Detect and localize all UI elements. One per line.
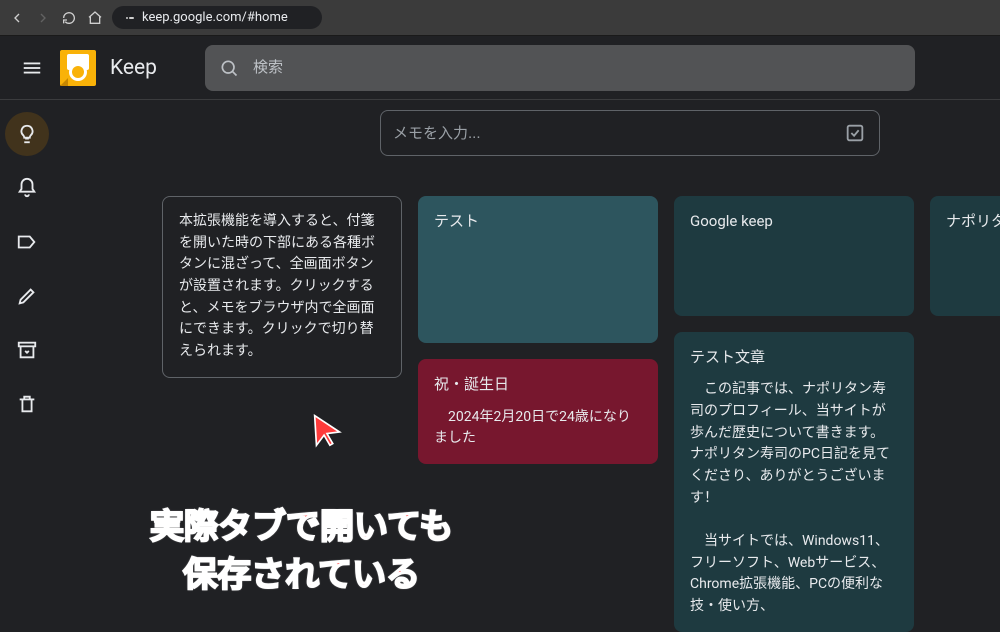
sidebar-edit-labels[interactable]: [5, 274, 49, 318]
sidebar-reminders[interactable]: [5, 166, 49, 210]
label-icon: [16, 231, 38, 253]
menu-icon: [21, 57, 43, 79]
note-title: テスト: [434, 210, 642, 233]
search-icon: [219, 58, 239, 78]
search-input[interactable]: [253, 59, 901, 76]
note-title: テスト文章: [690, 346, 898, 369]
lightbulb-icon: [16, 123, 38, 145]
sidebar-trash[interactable]: [5, 382, 49, 426]
note-body: この記事では、ナポリタン寿司のプロフィール、当サイトが歩んだ歴史について書きます…: [690, 379, 898, 618]
menu-button[interactable]: [12, 48, 52, 88]
take-note-input[interactable]: [393, 125, 835, 142]
search-bar[interactable]: [205, 45, 915, 91]
note-title: ナポリタ: [946, 210, 1000, 233]
archive-icon: [16, 339, 38, 361]
take-a-note[interactable]: [380, 110, 880, 156]
forward-icon[interactable]: [34, 9, 52, 27]
note-card[interactable]: ナポリタ: [930, 196, 1000, 316]
note-card[interactable]: テスト文章 この記事では、ナポリタン寿司のプロフィール、当サイトが歩んだ歴史につ…: [674, 332, 914, 632]
pencil-icon: [16, 285, 38, 307]
sidebar-notes[interactable]: [5, 112, 49, 156]
app-header: Keep: [0, 36, 1000, 100]
sidebar-archive[interactable]: [5, 328, 49, 372]
note-card[interactable]: テスト: [418, 196, 658, 343]
home-icon[interactable]: [86, 9, 104, 27]
note-card[interactable]: 祝・誕生日 2024年2月20日で24歳になりました: [418, 359, 658, 464]
reload-icon[interactable]: [60, 9, 78, 27]
checkbox-icon: [844, 122, 866, 144]
new-list-button[interactable]: [843, 121, 867, 145]
notes-column: テスト 祝・誕生日 2024年2月20日で24歳になりました: [418, 196, 658, 632]
annotation-text: 実際タブで開いても 保存されている: [150, 504, 453, 599]
site-info-icon: [124, 12, 136, 24]
note-title: Google keep: [690, 210, 898, 233]
browser-toolbar: keep.google.com/#home: [0, 0, 1000, 36]
note-body: 本拡張機能を導入すると、付箋を開いた時の下部にある各種ボタンに混ざって、全画面ボ…: [179, 211, 385, 363]
note-body: 2024年2月20日で24歳になりました: [434, 407, 642, 450]
notes-column: Google keep テスト文章 この記事では、ナポリタン寿司のプロフィール、…: [674, 196, 914, 632]
note-title: 祝・誕生日: [434, 373, 642, 396]
sidebar-labels[interactable]: [5, 220, 49, 264]
trash-icon: [16, 393, 38, 415]
bell-icon: [16, 177, 38, 199]
url-text: keep.google.com/#home: [142, 10, 288, 25]
notes-column: ナポリタ: [930, 196, 1000, 632]
note-card[interactable]: Google keep: [674, 196, 914, 316]
url-bar[interactable]: keep.google.com/#home: [112, 6, 322, 29]
note-card[interactable]: 本拡張機能を導入すると、付箋を開いた時の下部にある各種ボタンに混ざって、全画面ボ…: [162, 196, 402, 378]
keep-logo[interactable]: [60, 50, 96, 86]
back-icon[interactable]: [8, 9, 26, 27]
sidebar: [0, 100, 54, 615]
app-title: Keep: [110, 56, 157, 80]
